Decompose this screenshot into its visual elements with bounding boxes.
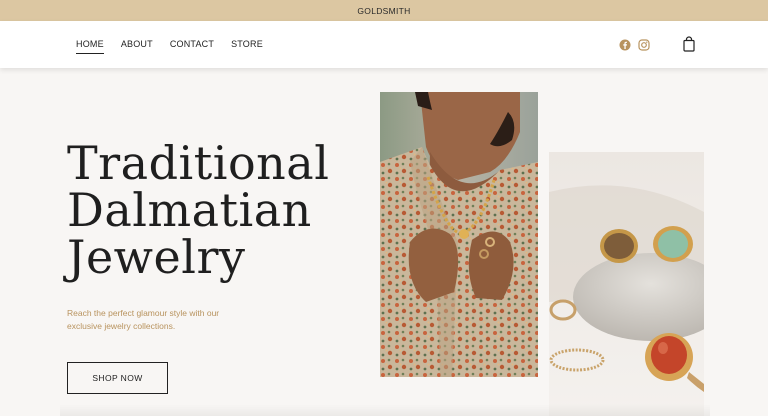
hero-subtitle: Reach the perfect glamour style with our… [67, 307, 247, 333]
announcement-bar: GOLDSMITH [0, 0, 768, 21]
site-header: HOME ABOUT CONTACT STORE [0, 21, 768, 68]
hero-title-line: Traditional [67, 136, 330, 190]
nav-item-store[interactable]: STORE [231, 39, 263, 51]
social-links [619, 38, 650, 51]
hero-title: Traditional Dalmatian Jewelry [67, 140, 329, 281]
hero-subtitle-line: exclusive jewelry collections. [67, 321, 176, 331]
shop-now-button[interactable]: SHOP NOW [67, 362, 168, 394]
rings-photo [549, 152, 704, 416]
brand-name: GOLDSMITH [357, 5, 411, 16]
section-divider [60, 404, 710, 416]
hero-subtitle-line: Reach the perfect glamour style with our [67, 308, 220, 318]
man-necklace-photo [380, 92, 538, 377]
nav-item-contact[interactable]: CONTACT [170, 39, 214, 51]
facebook-icon[interactable] [619, 38, 631, 51]
hero-title-line: Jewelry [67, 230, 246, 284]
main-nav: HOME ABOUT CONTACT STORE [76, 21, 263, 68]
instagram-icon[interactable] [638, 38, 650, 51]
nav-item-home[interactable]: HOME [76, 39, 104, 54]
hero-title-line: Dalmatian [67, 183, 312, 237]
nav-item-about[interactable]: ABOUT [121, 39, 153, 51]
shopping-bag-icon[interactable] [682, 36, 696, 52]
